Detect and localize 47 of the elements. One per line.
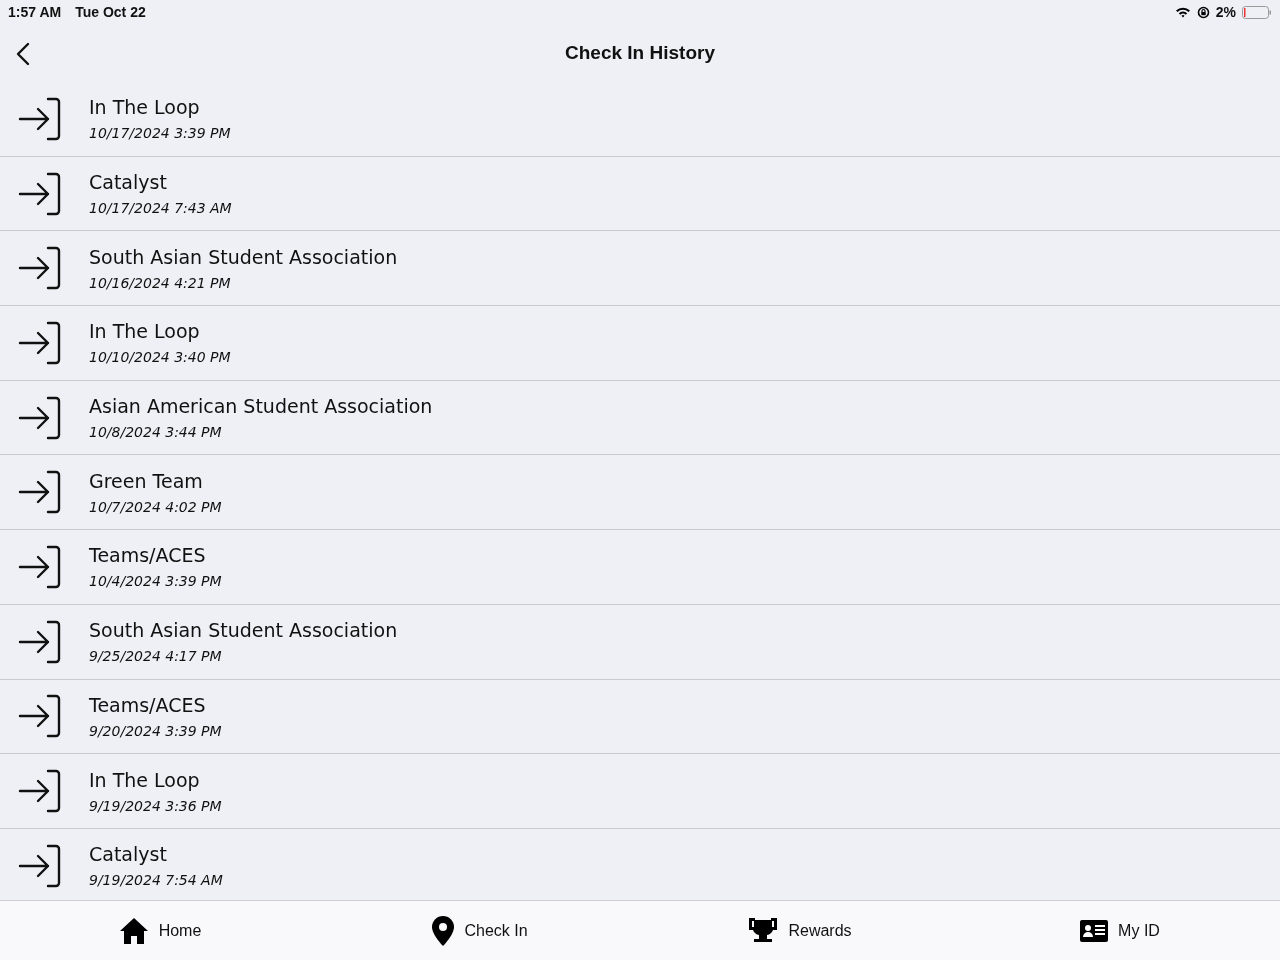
check-in-item[interactable]: Asian American Student Association 10/8/2024 3:44 PM bbox=[0, 380, 1280, 456]
group-name: Teams/ACES bbox=[89, 693, 207, 716]
home-icon bbox=[118, 916, 149, 945]
check-in-time: 10/17/2024 7:43 AM bbox=[89, 200, 232, 217]
group-name: In The Loop bbox=[89, 320, 201, 343]
group-name: Catalyst bbox=[89, 843, 168, 866]
check-in-item[interactable]: In The Loop 9/19/2024 3:36 PM bbox=[0, 754, 1280, 829]
location-pin-icon bbox=[432, 915, 455, 946]
group-name: Green Team bbox=[89, 469, 204, 492]
check-in-time: 9/19/2024 3:36 PM bbox=[89, 797, 222, 814]
check-in-time: 10/17/2024 3:39 PM bbox=[89, 125, 231, 142]
id-card-icon bbox=[1080, 919, 1109, 942]
check-in-item[interactable]: South Asian Student Association 9/25/2024 4:17 PM bbox=[0, 604, 1280, 680]
check-in-time: 10/16/2024 4:21 PM bbox=[89, 274, 232, 291]
group-name: Catalyst bbox=[89, 171, 168, 194]
tab-button[interactable]: My ID bbox=[960, 901, 1280, 960]
group-name: In The Loop bbox=[89, 96, 201, 119]
check-in-time: 9/19/2024 7:54 AM bbox=[89, 872, 223, 889]
page-title: Check In History bbox=[565, 42, 715, 64]
check-in-item[interactable]: In The Loop 10/17/2024 3:39 PM bbox=[0, 82, 1280, 157]
battery-percent: 2% bbox=[1215, 4, 1236, 20]
status-date: Tue Oct 22 bbox=[75, 4, 146, 20]
check-in-item[interactable]: Catalyst 10/17/2024 7:43 AM bbox=[0, 156, 1280, 232]
tab-button[interactable]: Rewards bbox=[640, 901, 960, 960]
check-in-time: 10/10/2024 3:40 PM bbox=[89, 349, 231, 366]
check-in-time: 10/4/2024 3:39 PM bbox=[89, 573, 222, 590]
check-in-time: 9/25/2024 4:17 PM bbox=[89, 648, 223, 665]
rotation-lock-icon bbox=[1196, 5, 1210, 19]
group-name: Teams/ACES bbox=[89, 544, 207, 567]
back-button[interactable] bbox=[14, 40, 32, 68]
tab-button[interactable]: Check In bbox=[320, 901, 640, 960]
check-in-item[interactable]: Teams/ACES 9/20/2024 3:39 PM bbox=[0, 679, 1280, 755]
group-name: Asian American Student Association bbox=[89, 395, 433, 418]
check-in-item[interactable]: Green Team 10/7/2024 4:02 PM bbox=[0, 455, 1280, 531]
check-in-time: 10/8/2024 3:44 PM bbox=[89, 424, 223, 441]
check-in-time: 10/7/2024 4:02 PM bbox=[89, 498, 222, 515]
group-name: In The Loop bbox=[89, 768, 201, 791]
status-time: 1:57 AM bbox=[8, 4, 62, 20]
check-in-item[interactable]: South Asian Student Association 10/16/2024 4:21 PM bbox=[0, 231, 1280, 307]
wifi-icon bbox=[1174, 6, 1191, 18]
tab-button[interactable]: Home bbox=[0, 901, 320, 960]
group-name: South Asian Student Association bbox=[89, 619, 398, 642]
group-name: South Asian Student Association bbox=[89, 245, 398, 268]
check-in-item[interactable]: In The Loop 10/10/2024 3:40 PM bbox=[0, 306, 1280, 381]
check-in-time: 9/20/2024 3:39 PM bbox=[89, 722, 222, 739]
check-in-item[interactable]: Teams/ACES 10/4/2024 3:39 PM bbox=[0, 530, 1280, 605]
battery-icon bbox=[1242, 5, 1272, 19]
